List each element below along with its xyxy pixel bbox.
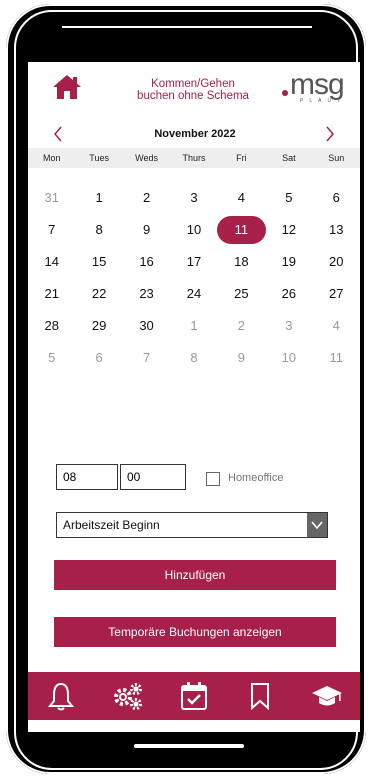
calendar-day[interactable]: 24 <box>170 278 217 310</box>
home-button[interactable] <box>52 74 82 100</box>
weekday-header: Mon Tues Weds Thurs Fri Sat Sun <box>28 148 360 168</box>
home-icon <box>53 75 81 99</box>
calendar-day[interactable]: 10 <box>170 214 217 246</box>
weekday-label: Weds <box>135 153 158 163</box>
calendar-day[interactable]: 31 <box>28 182 75 214</box>
calendar-day[interactable]: 9 <box>123 214 170 246</box>
logo-dot <box>282 90 288 96</box>
calendar-day[interactable]: 19 <box>265 246 312 278</box>
graduation-cap-icon <box>311 686 342 706</box>
next-month-button[interactable] <box>320 124 340 144</box>
calendar-week: 14 15 16 17 18 19 20 <box>28 246 360 278</box>
calendar-day[interactable]: 4 <box>313 310 360 342</box>
calendar-day[interactable]: 13 <box>313 214 360 246</box>
weekday-label: Tues <box>89 153 109 163</box>
nav-bookmarks[interactable] <box>227 672 293 720</box>
weekday-label: Mon <box>42 153 61 163</box>
homeoffice-label: Homeoffice <box>228 472 284 484</box>
calendar-day[interactable]: 1 <box>170 310 217 342</box>
calendar-day-selected[interactable]: 11 <box>216 214 267 246</box>
calendar-day[interactable]: 2 <box>123 182 170 214</box>
calendar-day[interactable]: 2 <box>218 310 265 342</box>
nav-learning[interactable] <box>294 672 360 720</box>
calendar-day[interactable]: 20 <box>313 246 360 278</box>
calendar-day[interactable]: 17 <box>170 246 217 278</box>
calendar-week: 7 8 9 10 11 12 13 <box>28 214 360 246</box>
month-navigation: November 2022 <box>28 124 360 146</box>
calendar-day[interactable]: 9 <box>218 342 265 374</box>
calendar-week: 31 1 2 3 4 5 6 <box>28 182 360 214</box>
calendar-day[interactable]: 28 <box>28 310 75 342</box>
calendar-day[interactable]: 18 <box>218 246 265 278</box>
calendar-day[interactable]: 5 <box>28 342 75 374</box>
booking-type-select[interactable]: Arbeitszeit Beginn <box>56 512 328 538</box>
app-header: Kommen/Gehen buchen ohne Schema msg PLAU… <box>28 62 360 112</box>
chevron-left-icon <box>54 126 62 142</box>
calendar-day[interactable]: 1 <box>75 182 122 214</box>
calendar-day[interactable]: 4 <box>218 182 265 214</box>
page-title-line1: Kommen/Gehen <box>151 78 235 90</box>
calendar-check-icon <box>180 682 207 710</box>
calendar-day[interactable]: 7 <box>123 342 170 374</box>
calendar-week: 5 6 7 8 9 10 11 <box>28 342 360 374</box>
calendar-day[interactable]: 21 <box>28 278 75 310</box>
weekday-label: Sun <box>328 153 345 163</box>
logo-text: msg <box>290 68 345 101</box>
home-indicator <box>134 744 244 748</box>
calendar-grid: 31 1 2 3 4 5 6 7 8 9 10 11 12 13 14 15 1… <box>28 182 360 374</box>
calendar-week: 28 29 30 1 2 3 4 <box>28 310 360 342</box>
bottom-navigation <box>28 672 360 720</box>
calendar-day[interactable]: 27 <box>313 278 360 310</box>
calendar-day[interactable]: 29 <box>75 310 122 342</box>
nav-settings[interactable] <box>94 672 160 720</box>
msg-logo: msg PLAUT <box>280 68 360 106</box>
calendar-day[interactable]: 14 <box>28 246 75 278</box>
show-temporary-bookings-button[interactable]: Temporäre Buchungen anzeigen <box>54 617 336 647</box>
calendar-day[interactable]: 8 <box>170 342 217 374</box>
app-screen: Kommen/Gehen buchen ohne Schema msg PLAU… <box>28 62 360 732</box>
page-title-line2: buchen ohne Schema <box>137 90 249 102</box>
calendar-day[interactable]: 26 <box>265 278 312 310</box>
calendar-day[interactable]: 30 <box>123 310 170 342</box>
weekday-label: Fri <box>236 153 247 163</box>
booking-type-value: Arbeitszeit Beginn <box>63 518 160 532</box>
homeoffice-checkbox[interactable] <box>206 472 220 486</box>
calendar-day[interactable]: 5 <box>265 182 312 214</box>
calendar-week: 21 22 23 24 25 26 27 <box>28 278 360 310</box>
calendar-day[interactable]: 7 <box>28 214 75 246</box>
nav-notifications[interactable] <box>28 672 94 720</box>
prev-month-button[interactable] <box>48 124 68 144</box>
weekday-label: Sat <box>282 153 296 163</box>
calendar-day[interactable]: 23 <box>123 278 170 310</box>
bookmark-icon <box>251 683 270 710</box>
calendar-day[interactable]: 3 <box>170 182 217 214</box>
status-bar-line <box>62 26 312 28</box>
calendar-day[interactable]: 10 <box>265 342 312 374</box>
chevron-down-icon <box>311 521 323 530</box>
chevron-right-icon <box>326 126 334 142</box>
calendar-day[interactable]: 16 <box>123 246 170 278</box>
calendar-day[interactable]: 11 <box>313 342 360 374</box>
minute-input[interactable]: 00 <box>120 464 186 490</box>
calendar-day[interactable]: 8 <box>75 214 122 246</box>
calendar-day[interactable]: 22 <box>75 278 122 310</box>
hour-input[interactable]: 08 <box>56 464 118 490</box>
bell-icon <box>48 682 75 711</box>
logo-subtext: PLAUT <box>300 98 347 104</box>
calendar-day[interactable]: 12 <box>265 214 312 246</box>
calendar-day[interactable]: 25 <box>218 278 265 310</box>
page-title: Kommen/Gehen buchen ohne Schema <box>123 78 263 102</box>
select-arrow <box>307 513 327 537</box>
calendar-day[interactable]: 6 <box>75 342 122 374</box>
settings-gears-icon <box>113 683 142 710</box>
weekday-label: Thurs <box>182 153 206 163</box>
calendar-day[interactable]: 15 <box>75 246 122 278</box>
nav-calendar[interactable] <box>161 672 227 720</box>
add-button[interactable]: Hinzufügen <box>54 560 336 590</box>
month-label: November 2022 <box>154 128 236 140</box>
calendar-day[interactable]: 6 <box>313 182 360 214</box>
calendar-day[interactable]: 3 <box>265 310 312 342</box>
